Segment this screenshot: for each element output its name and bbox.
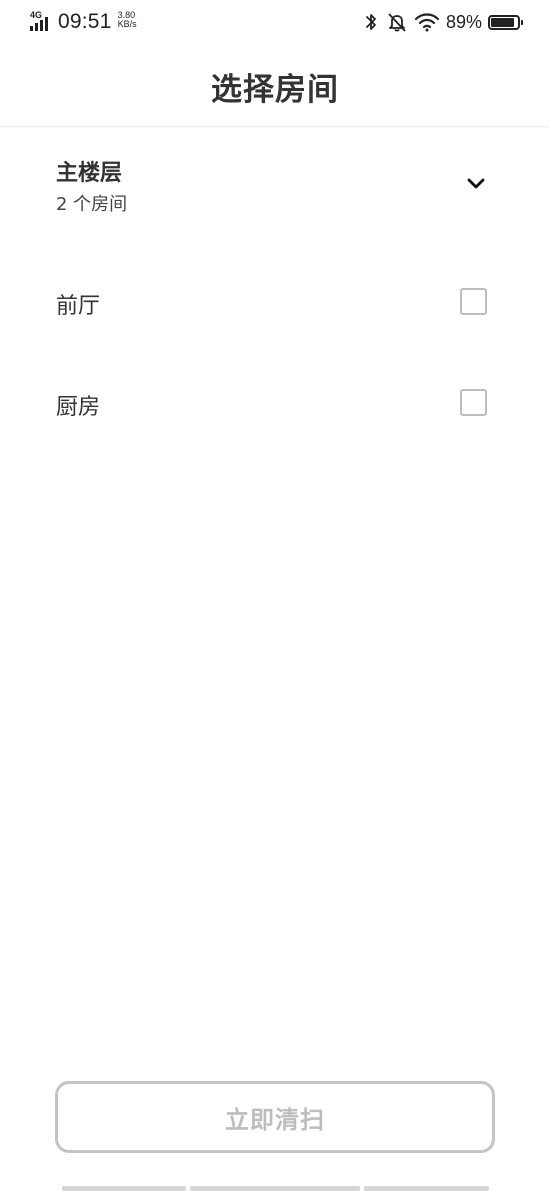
network-type: 4G <box>30 10 43 20</box>
bottom-nav-segment <box>364 1186 489 1191</box>
room-label: 前厅 <box>56 294 101 319</box>
status-bar: 4G 09:51 3.80 KB/s 89% <box>0 0 550 44</box>
status-right: 89% <box>364 8 523 36</box>
status-time: 09:51 <box>58 10 112 33</box>
header: 选择房间 <box>0 44 550 127</box>
room-checkbox[interactable] <box>460 389 487 416</box>
mute-bell-icon <box>388 13 406 32</box>
chevron-down-icon[interactable] <box>465 175 487 191</box>
room-item-kitchen[interactable]: 厨房 <box>0 353 550 453</box>
network-speed: 3.80 KB/s <box>118 11 137 29</box>
room-item-front-hall[interactable]: 前厅 <box>0 252 550 352</box>
signal-icon: 4G <box>30 9 54 35</box>
network-speed-unit: KB/s <box>117 19 137 29</box>
wifi-icon <box>414 13 440 32</box>
floor-room-count: 2 个房间 <box>56 194 128 215</box>
status-left: 4G 09:51 3.80 KB/s <box>30 8 137 36</box>
floor-name: 主楼层 <box>56 161 123 186</box>
room-checkbox[interactable] <box>460 288 487 315</box>
battery-icon <box>488 14 523 30</box>
room-label: 厨房 <box>56 395 101 420</box>
clean-now-button[interactable]: 立即清扫 <box>55 1081 495 1153</box>
bottom-nav-segment <box>190 1186 360 1191</box>
battery-percent: 89% <box>445 11 482 32</box>
page-title: 选择房间 <box>211 72 339 108</box>
bluetooth-icon <box>366 14 376 30</box>
bottom-nav-segment <box>62 1186 186 1191</box>
screen: 4G 09:51 3.80 KB/s 89% 选择房间 主楼层 2 个房间 前厅… <box>0 0 550 1191</box>
floor-selector[interactable]: 主楼层 2 个房间 <box>0 127 550 237</box>
clean-now-label: 立即清扫 <box>225 1105 325 1134</box>
battery-fill <box>491 17 514 27</box>
